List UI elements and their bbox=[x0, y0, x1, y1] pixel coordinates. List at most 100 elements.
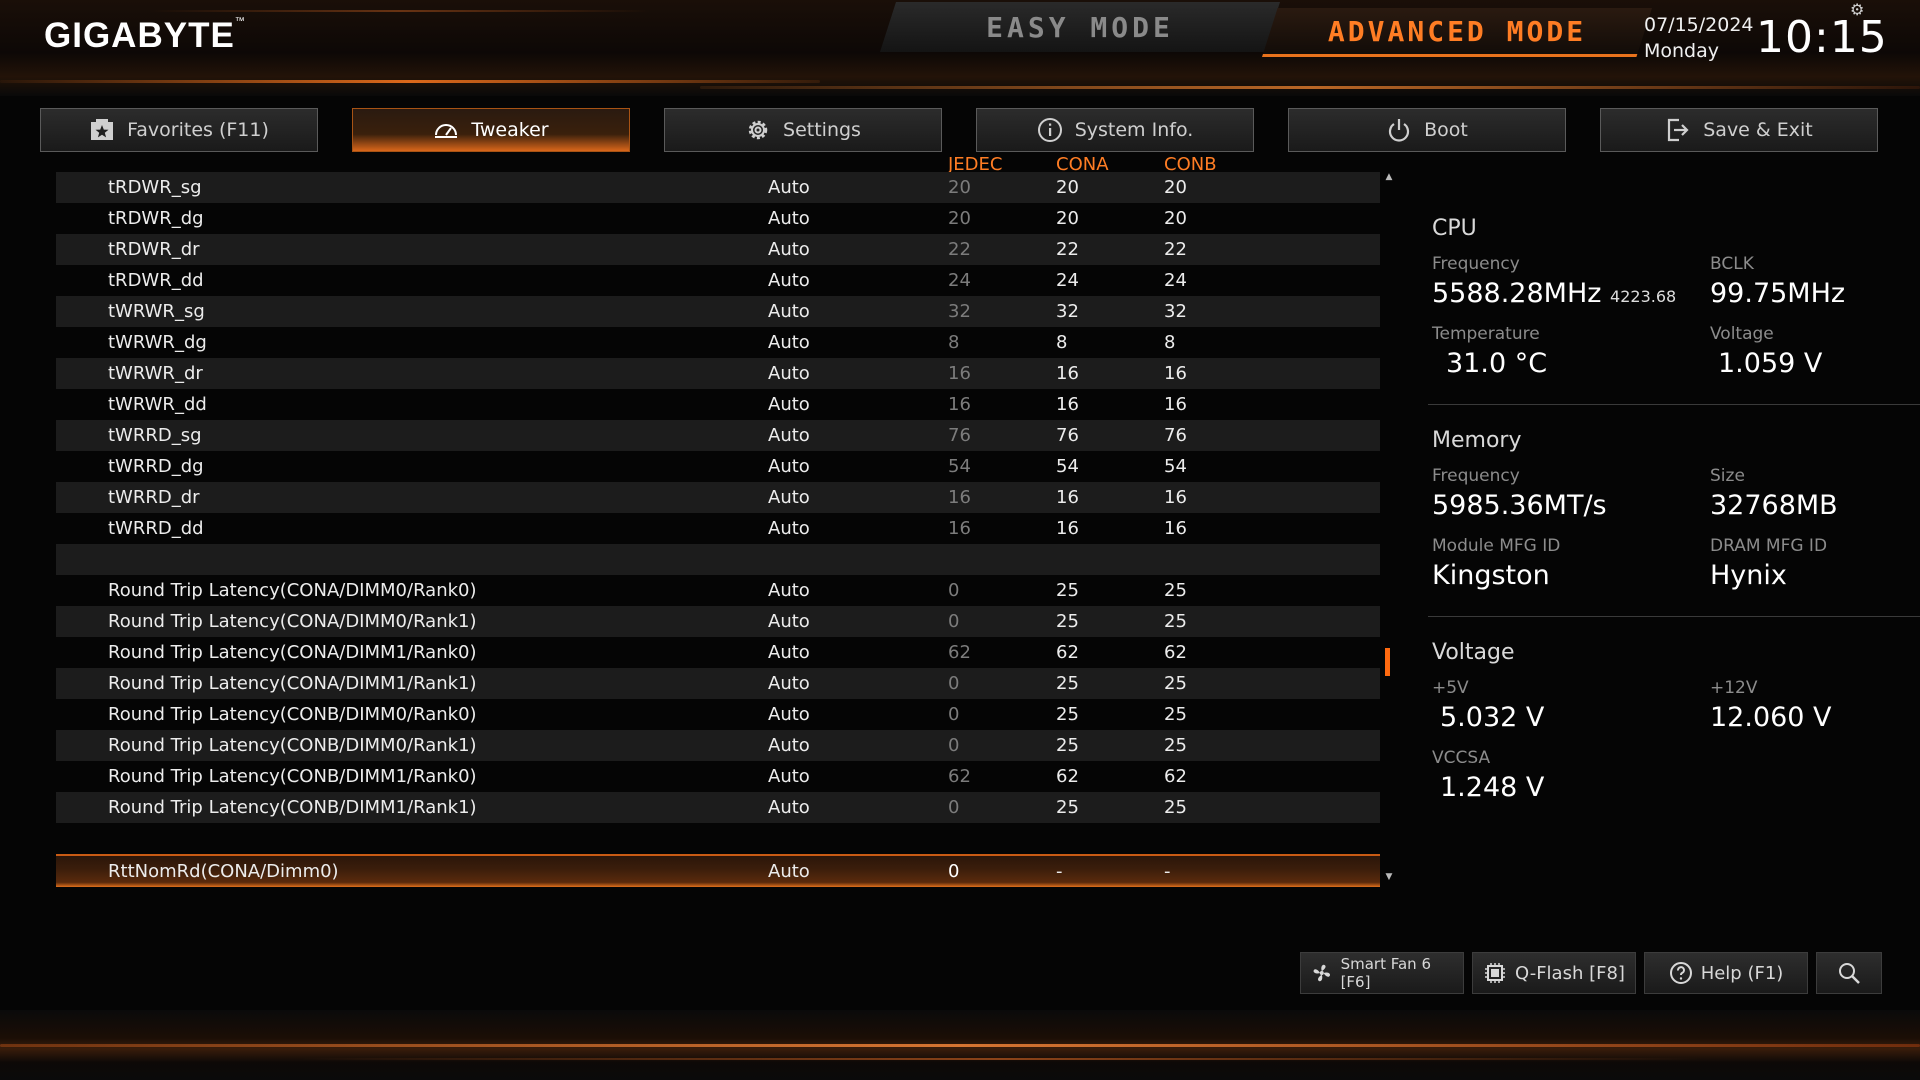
cona-value: 16 bbox=[1056, 363, 1079, 384]
dram-mfg-label: DRAM MFG ID bbox=[1710, 536, 1828, 556]
footer-streak bbox=[0, 1044, 1920, 1047]
memory-timing-list: tRDWR_sg Auto 20 20 20 tRDWR_dg Auto 20 20 20 tRDW… bbox=[56, 172, 1380, 887]
jedec-value: 0 bbox=[948, 673, 960, 694]
setting-row[interactable]: tRDWR_dg Auto 20 20 20 bbox=[56, 203, 1380, 234]
info-icon bbox=[1037, 118, 1062, 142]
chip-icon bbox=[1485, 963, 1506, 983]
cona-value: 25 bbox=[1056, 673, 1079, 694]
jedec-value: 16 bbox=[948, 487, 971, 508]
list-scrollbar[interactable]: ▲ ▼ bbox=[1384, 172, 1394, 884]
q-flash-button[interactable]: Q-Flash [F8] bbox=[1472, 952, 1636, 994]
cona-value: 25 bbox=[1056, 735, 1079, 756]
cpu-temperature-label: Temperature bbox=[1432, 324, 1540, 344]
jedec-value: 32 bbox=[948, 301, 971, 322]
scroll-up-icon[interactable]: ▲ bbox=[1384, 172, 1394, 182]
advanced-mode-label: ADVANCED MODE bbox=[1327, 14, 1587, 48]
cpu-frequency-text: 5588.28MHz bbox=[1432, 278, 1602, 309]
tab-boot[interactable]: Boot bbox=[1288, 108, 1566, 152]
setting-value: Auto bbox=[768, 797, 810, 818]
setting-row[interactable]: tRDWR_dr Auto 22 22 22 bbox=[56, 234, 1380, 265]
setting-value: Auto bbox=[768, 673, 810, 694]
tab-save-exit[interactable]: Save & Exit bbox=[1600, 108, 1878, 152]
exit-icon bbox=[1668, 118, 1689, 142]
conb-value: 54 bbox=[1164, 456, 1187, 477]
conb-value: 24 bbox=[1164, 270, 1187, 291]
cpu-frequency-label: Frequency bbox=[1432, 254, 1520, 274]
setting-row[interactable]: tRDWR_sg Auto 20 20 20 bbox=[56, 172, 1380, 203]
setting-name: Round Trip Latency(CONA/DIMM0/Rank0) bbox=[108, 580, 477, 601]
brand-logo: GIGABYTE™ bbox=[44, 16, 246, 56]
advanced-mode-button[interactable]: ADVANCED MODE bbox=[1262, 8, 1652, 57]
cona-value: 54 bbox=[1056, 456, 1079, 477]
setting-row[interactable]: Round Trip Latency(CONA/DIMM0/Rank1) Auto… bbox=[56, 606, 1380, 637]
setting-row[interactable]: tWRWR_dd Auto 16 16 16 bbox=[56, 389, 1380, 420]
setting-row[interactable]: Round Trip Latency(CONB/DIMM0/Rank1) Auto… bbox=[56, 730, 1380, 761]
settings-gear-icon[interactable]: ⚙ bbox=[1850, 0, 1864, 19]
vccsa-value: 1.248 V bbox=[1440, 772, 1545, 803]
setting-row[interactable]: Round Trip Latency(CONA/DIMM1/Rank0) Auto… bbox=[56, 637, 1380, 668]
tab-tweaker[interactable]: Tweaker bbox=[352, 108, 630, 152]
scroll-down-icon[interactable]: ▼ bbox=[1384, 872, 1394, 882]
setting-name: tWRRD_sg bbox=[108, 425, 202, 446]
jedec-value: 0 bbox=[948, 580, 960, 601]
setting-value: Auto bbox=[768, 456, 810, 477]
help-button[interactable]: Help (F1) bbox=[1644, 952, 1808, 994]
setting-row[interactable]: tWRRD_dr Auto 16 16 16 bbox=[56, 482, 1380, 513]
setting-value: Auto bbox=[768, 208, 810, 229]
memory-frequency-value: 5985.36MT/s bbox=[1432, 490, 1607, 521]
easy-mode-label: EASY MODE bbox=[986, 10, 1174, 44]
setting-row[interactable]: Round Trip Latency(CONB/DIMM1/Rank0) Auto… bbox=[56, 761, 1380, 792]
tab-system-info[interactable]: System Info. bbox=[976, 108, 1254, 152]
search-icon bbox=[1839, 963, 1860, 984]
cona-value: 20 bbox=[1056, 208, 1079, 229]
setting-row[interactable]: tWRRD_dd Auto 16 16 16 bbox=[56, 513, 1380, 544]
tab-save-exit-label: Save & Exit bbox=[1703, 119, 1813, 141]
smart-fan-button[interactable]: Smart Fan 6 [F6] bbox=[1300, 952, 1464, 994]
jedec-value: 24 bbox=[948, 270, 971, 291]
tab-tweaker-label: Tweaker bbox=[471, 119, 549, 141]
setting-row[interactable]: tRDWR_dd Auto 24 24 24 bbox=[56, 265, 1380, 296]
conb-value: 25 bbox=[1164, 673, 1187, 694]
spacer-row bbox=[56, 544, 1380, 575]
conb-value: 16 bbox=[1164, 518, 1187, 539]
smart-fan-label: Smart Fan 6 [F6] bbox=[1340, 955, 1431, 991]
setting-row[interactable]: Round Trip Latency(CONA/DIMM0/Rank0) Auto… bbox=[56, 575, 1380, 606]
q-flash-label: Q-Flash [F8] bbox=[1515, 962, 1625, 984]
setting-name: Round Trip Latency(CONB/DIMM1/Rank0) bbox=[108, 766, 477, 787]
jedec-value: 16 bbox=[948, 394, 971, 415]
setting-value: Auto bbox=[768, 177, 810, 198]
setting-row[interactable]: RttNomRd(CONA/Dimm0) Auto 0 - - bbox=[56, 854, 1380, 887]
jedec-value: 62 bbox=[948, 766, 971, 787]
jedec-value: 20 bbox=[948, 208, 971, 229]
jedec-value: 0 bbox=[948, 735, 960, 756]
setting-value: Auto bbox=[768, 735, 810, 756]
module-mfg-value: Kingston bbox=[1432, 560, 1550, 591]
conb-value: - bbox=[1164, 861, 1171, 882]
cona-value: 16 bbox=[1056, 394, 1079, 415]
cona-value: 25 bbox=[1056, 580, 1079, 601]
tab-favorites[interactable]: Favorites (F11) bbox=[40, 108, 318, 152]
fan-icon bbox=[1313, 964, 1331, 982]
jedec-value: 16 bbox=[948, 518, 971, 539]
setting-row[interactable]: tWRRD_sg Auto 76 76 76 bbox=[56, 420, 1380, 451]
setting-value: Auto bbox=[768, 363, 810, 384]
setting-row[interactable]: Round Trip Latency(CONB/DIMM1/Rank1) Auto… bbox=[56, 792, 1380, 823]
setting-row[interactable]: tWRWR_dr Auto 16 16 16 bbox=[56, 358, 1380, 389]
cona-value: 62 bbox=[1056, 642, 1079, 663]
setting-name: tRDWR_dg bbox=[108, 208, 204, 229]
setting-row[interactable]: tWRWR_dg Auto 8 8 8 bbox=[56, 327, 1380, 358]
memory-section-title: Memory bbox=[1432, 428, 1522, 453]
setting-row[interactable]: tWRWR_sg Auto 32 32 32 bbox=[56, 296, 1380, 327]
setting-name: tWRRD_dg bbox=[108, 456, 204, 477]
setting-row[interactable]: tWRRD_dg Auto 54 54 54 bbox=[56, 451, 1380, 482]
setting-row[interactable]: Round Trip Latency(CONB/DIMM0/Rank0) Auto… bbox=[56, 699, 1380, 730]
setting-row[interactable]: Round Trip Latency(CONA/DIMM1/Rank1) Auto… bbox=[56, 668, 1380, 699]
jedec-value: 0 bbox=[948, 611, 960, 632]
cona-value: 24 bbox=[1056, 270, 1079, 291]
tab-settings[interactable]: Settings bbox=[664, 108, 942, 152]
easy-mode-button[interactable]: EASY MODE bbox=[880, 2, 1280, 52]
setting-value: Auto bbox=[768, 611, 810, 632]
search-button[interactable] bbox=[1816, 952, 1882, 994]
scroll-thumb[interactable] bbox=[1385, 648, 1390, 676]
setting-name: Round Trip Latency(CONB/DIMM0/Rank0) bbox=[108, 704, 477, 725]
